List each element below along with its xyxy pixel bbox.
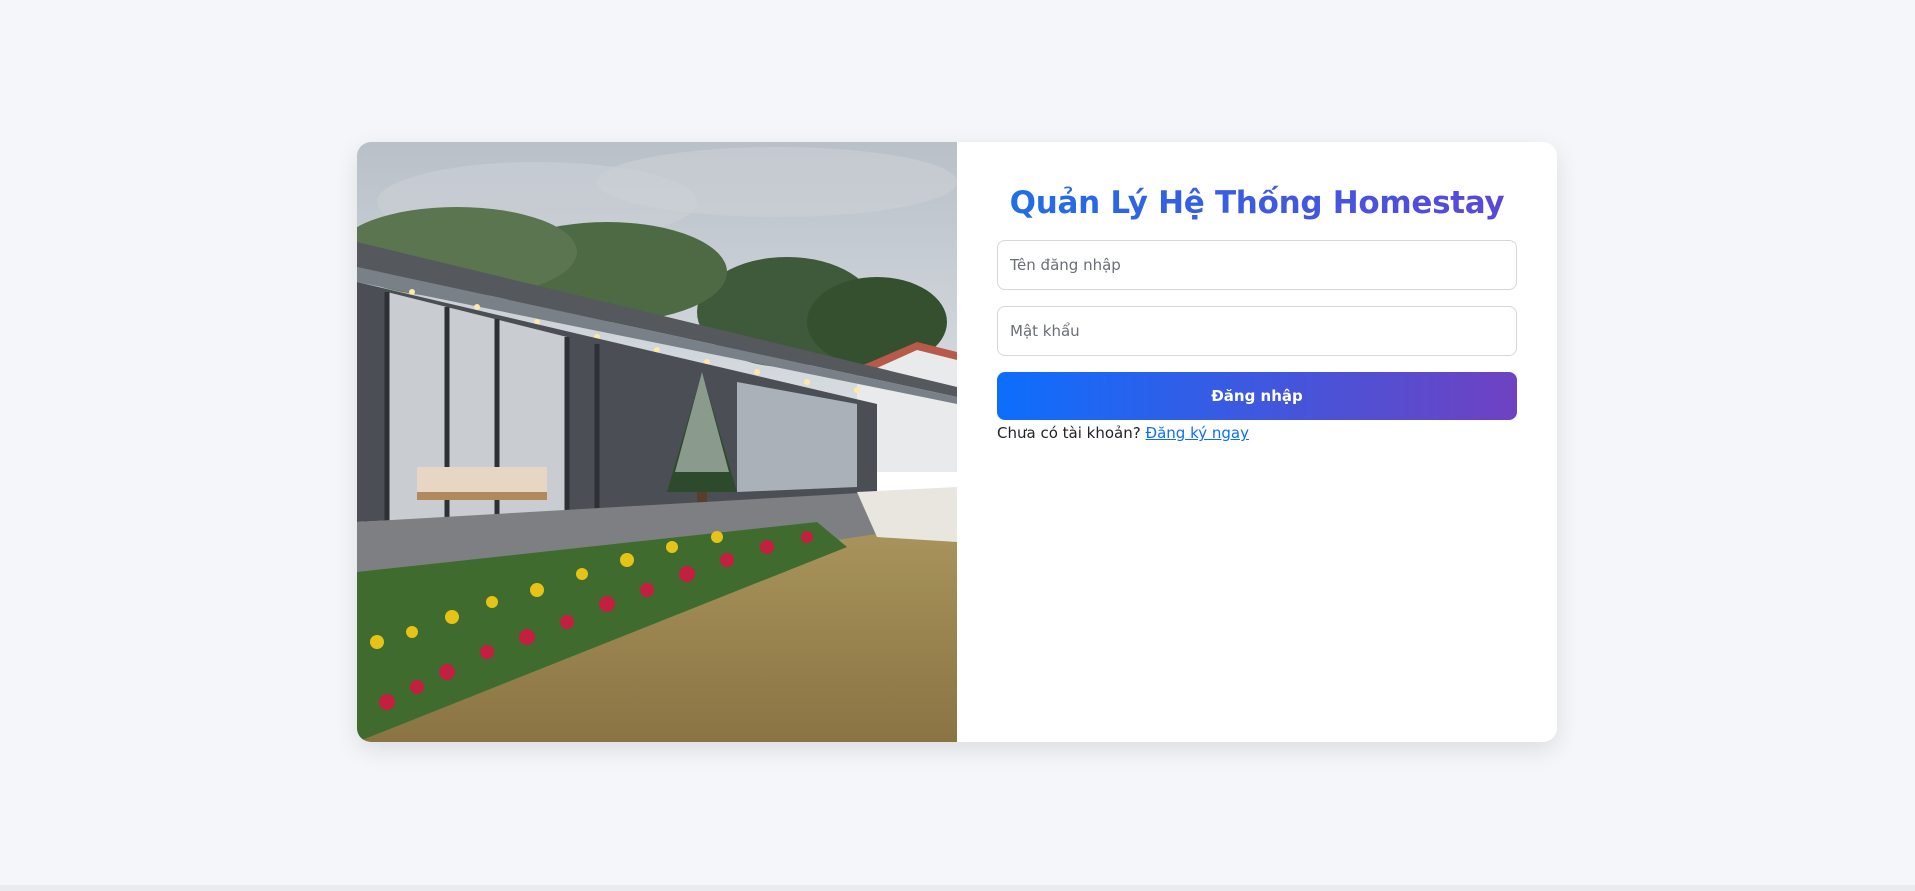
no-account-text: Chưa có tài khoản? (997, 424, 1141, 442)
register-link[interactable]: Đăng ký ngay (1145, 424, 1249, 442)
page-bottom-strip (0, 885, 1915, 891)
page-title: Quản Lý Hệ Thống Homestay (997, 180, 1517, 226)
homestay-photo (357, 142, 957, 742)
username-input[interactable] (997, 240, 1517, 290)
login-card: Quản Lý Hệ Thống Homestay Đăng nhập Chưa… (357, 142, 1557, 742)
login-form-panel: Quản Lý Hệ Thống Homestay Đăng nhập Chưa… (957, 142, 1557, 742)
register-prompt: Chưa có tài khoản? Đăng ký ngay (997, 424, 1517, 442)
password-input[interactable] (997, 306, 1517, 356)
homestay-illustration (357, 142, 957, 742)
login-button[interactable]: Đăng nhập (997, 372, 1517, 420)
